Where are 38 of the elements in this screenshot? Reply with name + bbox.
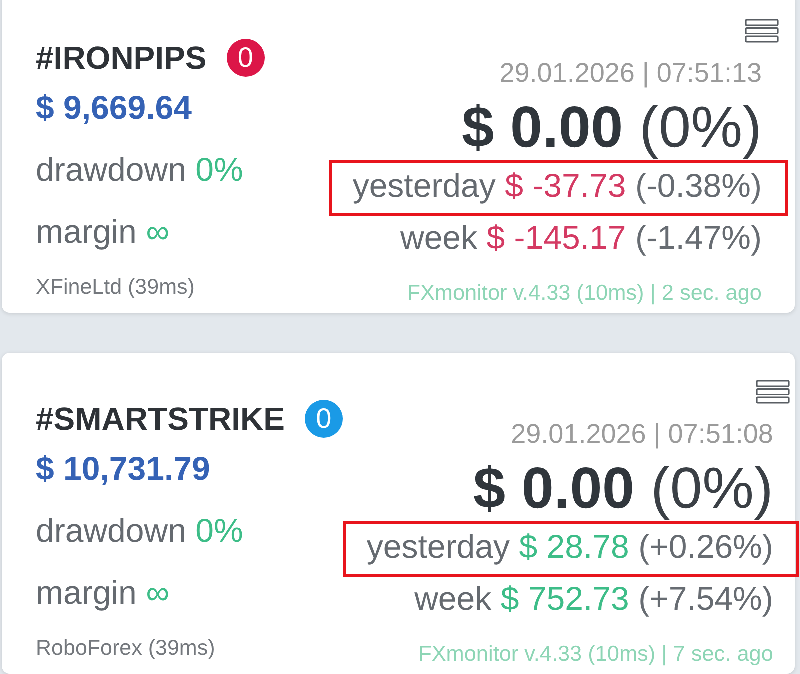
stat-percent: (+0.26%) xyxy=(638,528,774,566)
account-title: #IRONPIPS xyxy=(36,39,207,77)
stat-percent: (+7.54%) xyxy=(638,580,774,618)
drawdown-value: 0% xyxy=(196,511,244,551)
drawdown-label: drawdown xyxy=(36,150,186,190)
account-title: #SMARTSTRIKE xyxy=(36,400,285,438)
stat-amount: $ -37.73 xyxy=(505,167,626,205)
timestamp: 29.01.2026 | 07:51:13 xyxy=(500,57,762,89)
balance-amount: $ 10,731.79 xyxy=(36,450,210,488)
drawdown-label: drawdown xyxy=(36,511,186,551)
stat-percent: (-1.47%) xyxy=(635,219,762,257)
broker-latency: XFineLtd (39ms) xyxy=(36,275,195,300)
stat-label: yesterday xyxy=(352,167,496,205)
margin-value: ∞ xyxy=(146,212,170,252)
stat-amount: $ -145.17 xyxy=(486,219,626,257)
status-text: FXmonitor v.4.33 (10ms) | 7 sec. ago xyxy=(418,641,774,667)
timestamp: 29.01.2026 | 07:51:08 xyxy=(511,418,774,450)
menu-icon[interactable] xyxy=(745,19,779,43)
margin-label: margin xyxy=(36,212,137,252)
margin-label: margin xyxy=(36,573,137,613)
profit-percent: (0%) xyxy=(640,95,762,160)
count-badge: 0 xyxy=(304,400,343,438)
drawdown-value: 0% xyxy=(196,150,244,190)
stat-amount: $ 28.78 xyxy=(519,528,630,566)
stat-label: week xyxy=(400,219,478,257)
profit-amount: $ 0.00 xyxy=(462,95,624,160)
count-badge: 0 xyxy=(226,39,265,77)
balance-amount: $ 9,669.64 xyxy=(36,89,192,127)
status-text: FXmonitor v.4.33 (10ms) | 2 sec. ago xyxy=(407,280,762,306)
stat-label: yesterday xyxy=(366,528,510,566)
profit-percent: (0%) xyxy=(650,456,774,521)
menu-icon[interactable] xyxy=(756,380,790,404)
stat-percent: (-0.38%) xyxy=(635,167,762,205)
stat-label: week xyxy=(414,580,492,618)
margin-value: ∞ xyxy=(146,573,170,613)
stat-amount: $ 752.73 xyxy=(500,580,630,618)
profit-amount: $ 0.00 xyxy=(473,456,635,521)
broker-latency: RoboForex (39ms) xyxy=(36,636,216,661)
